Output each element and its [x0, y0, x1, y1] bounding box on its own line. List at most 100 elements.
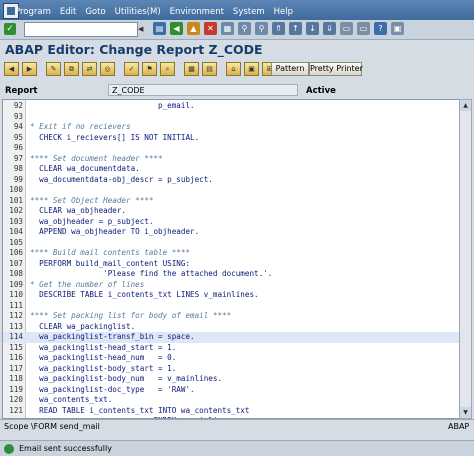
code-line[interactable]: 121 READ TABLE i_contents_txt INTO wa_co… [3, 406, 459, 417]
menu-goto[interactable]: Goto [85, 7, 105, 17]
code-text[interactable]: CLEAR wa_packinglist. [30, 322, 135, 333]
help-icon[interactable]: ? [374, 22, 387, 35]
code-text[interactable]: wa_packinglist-head_num = 0. [30, 353, 176, 364]
code-line[interactable]: 113 CLEAR wa_packinglist. [3, 322, 459, 333]
object-list-icon[interactable]: ▦ [184, 62, 199, 76]
scroll-down-icon[interactable]: ▼ [460, 407, 471, 418]
code-text[interactable]: wa_contents_txt. [30, 395, 112, 406]
display-change-icon[interactable]: ✎ [46, 62, 61, 76]
code-text[interactable]: **** Set Object Header **** [30, 196, 153, 207]
pretty-printer-button[interactable]: Pretty Printer [309, 62, 363, 76]
last-page-icon[interactable]: ⇓ [323, 22, 336, 35]
code-text[interactable]: wa_packinglist-head_start = 1. [30, 343, 176, 354]
next-page-icon[interactable]: ↓ [306, 22, 319, 35]
exit-icon[interactable]: ▲ [187, 22, 200, 35]
code-line[interactable]: 105 [3, 238, 459, 249]
code-line[interactable]: 100 [3, 185, 459, 196]
test-icon[interactable]: ⚑ [142, 62, 157, 76]
command-history-chevron-icon[interactable]: ◀ [138, 25, 143, 33]
code-line[interactable]: 104 APPEND wa_objheader TO i_objheader. [3, 227, 459, 238]
code-text[interactable]: wa_packinglist-transf_bin = space. [30, 332, 194, 343]
check-icon[interactable]: ◎ [100, 62, 115, 76]
code-line[interactable]: 102 CLEAR wa_objheader. [3, 206, 459, 217]
code-line[interactable]: 120 wa_contents_txt. [3, 395, 459, 406]
code-text[interactable]: APPEND wa_objheader TO i_objheader. [30, 227, 199, 238]
scroll-up-icon[interactable]: ▲ [460, 100, 471, 111]
code-text[interactable]: PERFORM build_mail_content USING: [30, 259, 190, 270]
code-text[interactable]: **** Set packing list for body of email … [30, 311, 231, 322]
other-object-icon[interactable]: ⧉ [64, 62, 79, 76]
code-text[interactable]: **** Set document header **** [30, 154, 163, 165]
code-line[interactable]: 117 wa_packinglist-body_start = 1. [3, 364, 459, 375]
activate-icon[interactable]: ✓ [124, 62, 139, 76]
active-inactive-icon[interactable]: ⇄ [82, 62, 97, 76]
command-field[interactable] [24, 22, 138, 37]
code-line[interactable]: 114 wa_packinglist-transf_bin = space. [3, 332, 459, 343]
code-line[interactable]: 96 [3, 143, 459, 154]
menu-environment[interactable]: Environment [170, 7, 224, 17]
code-line[interactable]: 107 PERFORM build_mail_content USING: [3, 259, 459, 270]
find-icon[interactable]: ⚲ [238, 22, 251, 35]
code-line[interactable]: 119 wa_packinglist-doc_type = 'RAW'. [3, 385, 459, 396]
code-line[interactable]: 106 **** Build mail contents table **** [3, 248, 459, 259]
code-line[interactable]: 109 * Get the number of lines [3, 280, 459, 291]
save-icon[interactable]: ▤ [153, 22, 166, 35]
code-text[interactable]: **** Build mail contents table **** [30, 248, 190, 259]
code-line[interactable]: 94 * Exit if no recievers [3, 122, 459, 133]
code-text[interactable]: wa_packinglist-body_start = 1. [30, 364, 176, 375]
where-used-icon[interactable]: ⌕ [160, 62, 175, 76]
layout-menu-icon[interactable]: ▣ [391, 22, 404, 35]
new-session-icon[interactable]: ▭ [340, 22, 353, 35]
code-line[interactable]: 118 wa_packinglist-body_num = v_mainline… [3, 374, 459, 385]
shortcut-icon[interactable]: ▭ [357, 22, 370, 35]
code-text[interactable]: p_email. [30, 101, 195, 112]
code-line[interactable]: 98 CLEAR wa_documentdata. [3, 164, 459, 175]
code-line[interactable]: 108 'Please find the attached document.'… [3, 269, 459, 280]
menu-program[interactable]: Program [15, 7, 51, 17]
find-next-icon[interactable]: ⚲ [255, 22, 268, 35]
enter-check-icon[interactable]: ✓ [4, 23, 16, 35]
print-icon[interactable]: ▦ [221, 22, 234, 35]
code-text[interactable]: wa_packinglist-body_num = v_mainlines. [30, 374, 222, 385]
code-line[interactable]: 112 **** Set packing list for body of ema… [3, 311, 459, 322]
menu-help[interactable]: Help [274, 7, 293, 17]
insert-icon[interactable]: ▣ [244, 62, 259, 76]
code-text[interactable]: CHECK i_recievers[] IS NOT INITIAL. [30, 133, 199, 144]
code-line[interactable]: 97 **** Set document header **** [3, 154, 459, 165]
code-text[interactable]: * Exit if no recievers [30, 122, 131, 133]
code-text[interactable]: DESCRIBE TABLE i_contents_txt LINES v_ma… [30, 290, 258, 301]
back-icon[interactable]: ◀ [170, 22, 183, 35]
code-text[interactable]: 'Please find the attached document.'. [30, 269, 272, 280]
back-arrow-icon[interactable]: ◀ [4, 62, 19, 76]
code-text[interactable]: READ TABLE i_contents_txt INTO wa_conten… [30, 406, 249, 417]
pattern-button[interactable]: Pattern [271, 62, 309, 76]
code-text[interactable]: wa_objheader = p_subject. [30, 217, 153, 228]
code-line[interactable]: 92 p_email. [3, 101, 459, 112]
code-line[interactable]: 101 **** Set Object Header **** [3, 196, 459, 207]
cancel-icon[interactable]: ✕ [204, 22, 217, 35]
first-page-icon[interactable]: ⇑ [272, 22, 285, 35]
code-line[interactable]: 116 wa_packinglist-head_num = 0. [3, 353, 459, 364]
code-line[interactable]: 99 wa_documentdata-obj_descr = p_subject… [3, 175, 459, 186]
menu-system[interactable]: System [233, 7, 265, 17]
code-line[interactable]: 110 DESCRIBE TABLE i_contents_txt LINES … [3, 290, 459, 301]
code-line[interactable]: 111 [3, 301, 459, 312]
previous-page-icon[interactable]: ↑ [289, 22, 302, 35]
code-line[interactable]: 103 wa_objheader = p_subject. [3, 217, 459, 228]
line-number: 107 [9, 258, 23, 268]
vertical-scrollbar[interactable]: ▲ ▼ [459, 99, 472, 419]
navigation-window-icon[interactable]: ▤ [202, 62, 217, 76]
code-line[interactable]: 95 CHECK i_recievers[] IS NOT INITIAL. [3, 133, 459, 144]
breakpoint-icon[interactable]: ⌂ [226, 62, 241, 76]
code-line[interactable]: 115 wa_packinglist-head_start = 1. [3, 343, 459, 354]
forward-arrow-icon[interactable]: ▶ [22, 62, 37, 76]
code-line[interactable]: 93 [3, 112, 459, 123]
code-text[interactable]: wa_packinglist-doc_type = 'RAW'. [30, 385, 194, 396]
code-text[interactable]: wa_documentdata-obj_descr = p_subject. [30, 175, 213, 186]
menu-edit[interactable]: Edit [60, 7, 76, 17]
code-text[interactable]: * Get the number of lines [30, 280, 144, 291]
code-editor[interactable]: 92 p_email. 93 94 * Exit if no recievers 95 … [2, 99, 460, 419]
menu-utilities[interactable]: Utilities(M) [115, 7, 161, 17]
code-text[interactable]: CLEAR wa_objheader. [30, 206, 126, 217]
code-text[interactable]: CLEAR wa_documentdata. [30, 164, 140, 175]
